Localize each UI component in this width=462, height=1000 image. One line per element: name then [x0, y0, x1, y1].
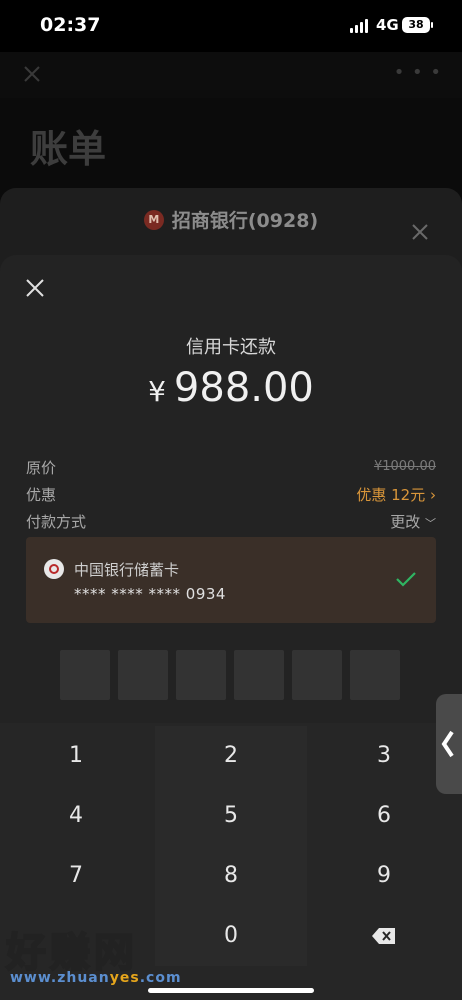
- card-number: **** **** **** 0934: [74, 585, 226, 603]
- more-icon[interactable]: • • •: [394, 62, 442, 83]
- currency-symbol: ¥: [148, 375, 166, 408]
- key-2[interactable]: 2: [155, 726, 307, 786]
- selected-card[interactable]: 中国银行储蓄卡 **** **** **** 0934: [26, 537, 436, 623]
- payment-amount: ¥988.00: [0, 365, 462, 411]
- battery-level: 38: [408, 18, 424, 31]
- watermark-url-suffix: .com: [139, 970, 182, 986]
- original-price-row: 原价 ¥1000.00: [26, 457, 436, 478]
- close-icon[interactable]: [24, 277, 46, 299]
- close-icon[interactable]: [410, 222, 430, 242]
- delete-key[interactable]: [308, 906, 460, 966]
- key-9[interactable]: 9: [308, 846, 460, 906]
- side-panel-handle[interactable]: [436, 694, 462, 794]
- payment-method-label: 付款方式: [26, 513, 87, 531]
- key-5[interactable]: 5: [155, 786, 307, 846]
- chevron-left-icon: [441, 730, 454, 758]
- payment-method-row: 付款方式 更改 ﹀: [26, 511, 436, 532]
- status-bar: 02:37 4G 38: [0, 0, 462, 52]
- bank-logo-icon: M: [143, 209, 164, 230]
- discount-label: 优惠: [26, 486, 57, 504]
- home-indicator[interactable]: [148, 988, 314, 993]
- bank-name: 招商银行(0928): [171, 210, 319, 232]
- discount-text: 优惠 12元: [356, 486, 426, 504]
- watermark-url-highlight: yes: [109, 970, 140, 986]
- pin-input[interactable]: [60, 650, 400, 700]
- pin-box[interactable]: [176, 650, 226, 700]
- change-method-button[interactable]: 更改 ﹀: [390, 511, 436, 532]
- original-price-value: ¥1000.00: [373, 459, 436, 474]
- watermark-url: www.zhuanyes.com: [10, 970, 182, 986]
- key-6[interactable]: 6: [308, 786, 460, 846]
- pin-box[interactable]: [60, 650, 110, 700]
- pin-box[interactable]: [350, 650, 400, 700]
- network-type: 4G: [376, 16, 399, 34]
- card-name: 中国银行储蓄卡: [74, 561, 180, 579]
- backspace-icon: [372, 928, 395, 944]
- battery-icon: 38: [402, 17, 433, 33]
- key-8[interactable]: 8: [155, 846, 307, 906]
- pin-box[interactable]: [118, 650, 168, 700]
- key-7[interactable]: 7: [0, 846, 152, 906]
- signal-icon: [350, 19, 368, 33]
- key-1[interactable]: 1: [0, 726, 152, 786]
- background-topbar: • • •: [0, 52, 462, 98]
- key-4[interactable]: 4: [0, 786, 152, 846]
- page-title: 账单: [30, 127, 107, 171]
- discount-value[interactable]: 优惠 12元 ›: [356, 484, 436, 505]
- pin-box[interactable]: [234, 650, 284, 700]
- payment-title: 信用卡还款: [186, 337, 276, 358]
- amount-value: 988.00: [173, 365, 314, 411]
- status-time: 02:37: [40, 14, 101, 36]
- discount-row[interactable]: 优惠 优惠 12元 ›: [26, 484, 436, 505]
- change-label: 更改: [390, 513, 421, 531]
- boc-logo-icon: [44, 559, 64, 579]
- close-icon[interactable]: [20, 62, 44, 86]
- original-price-label: 原价: [26, 459, 57, 477]
- watermark-url-prefix: www.zhuan: [10, 970, 110, 986]
- check-icon: [394, 567, 418, 591]
- chevron-right-icon: ›: [430, 486, 436, 504]
- chevron-down-icon: ﹀: [425, 517, 436, 530]
- bank-header: M 招商银行(0928): [0, 206, 462, 233]
- watermark: 好赚网 www.zhuanyes.com: [5, 920, 206, 992]
- pin-box[interactable]: [292, 650, 342, 700]
